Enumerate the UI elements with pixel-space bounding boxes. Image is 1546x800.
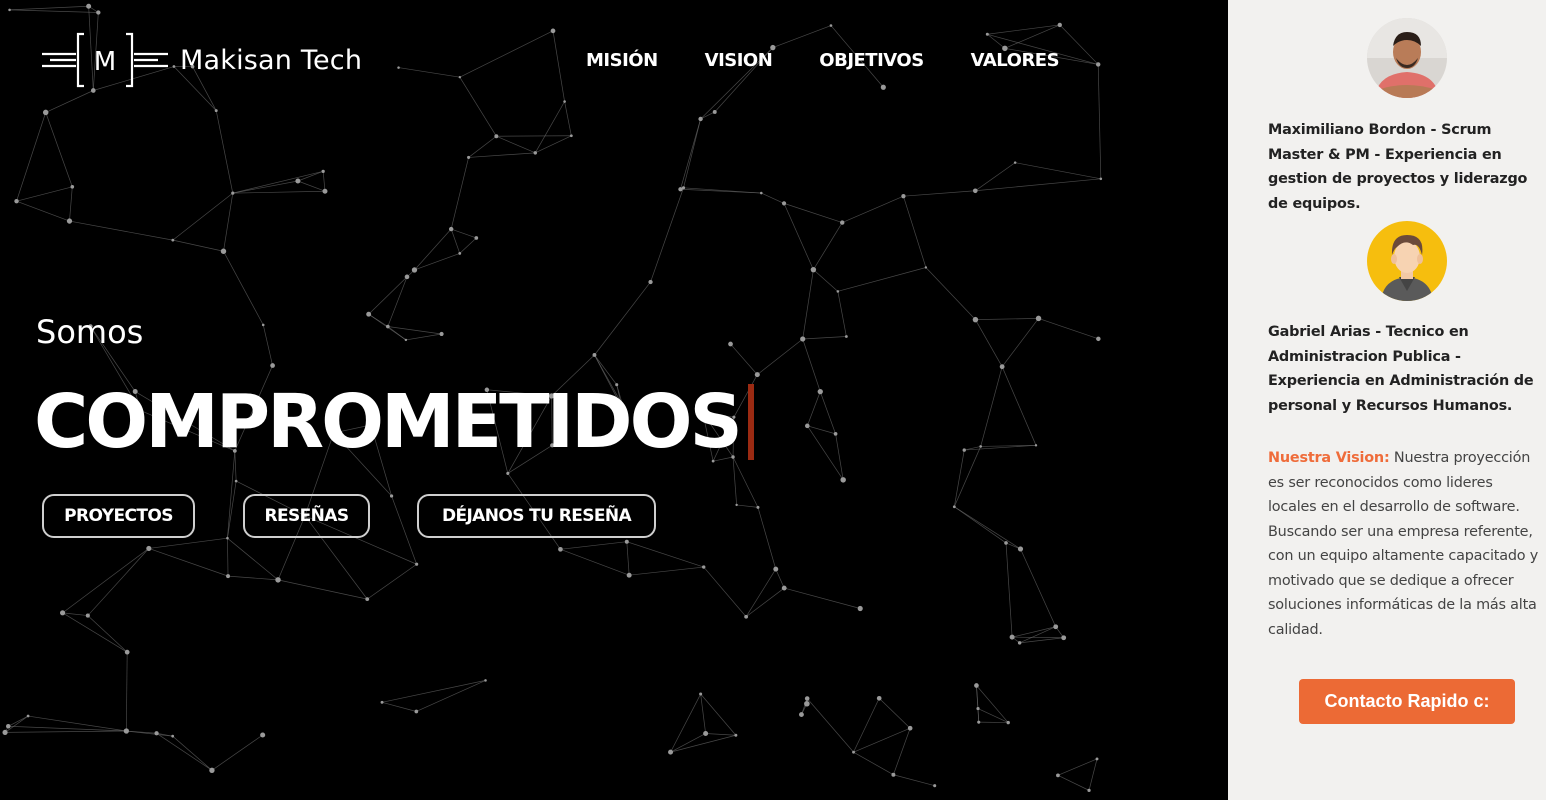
brand-name: Makisan Tech (180, 44, 363, 76)
nav-link-valores[interactable]: VALORES (971, 50, 1060, 71)
vision-body: Nuestra proyección es ser reconocidos co… (1268, 450, 1539, 638)
dejanos-resena-button[interactable]: DÉJANOS TU RESEÑA (417, 494, 656, 538)
vision-text: Nuestra Vision: Nuestra proyección es se… (1268, 446, 1544, 642)
nav-link-mision[interactable]: MISIÓN (586, 50, 658, 71)
hero-intro: Somos (36, 313, 144, 351)
main-nav: MISIÓN VISION OBJETIVOS VALORES (586, 50, 1106, 71)
hero-headline-text: COMPROMETIDOS (34, 379, 743, 465)
nav-link-vision[interactable]: VISION (705, 50, 773, 71)
vision-label: Nuestra Vision: (1268, 450, 1390, 466)
team-sidebar: Maximiliano Bordon - Scrum Master & PM -… (1228, 0, 1546, 800)
quick-contact-button[interactable]: Contacto Rapido c: (1299, 679, 1515, 724)
logo-mark-icon: M (42, 32, 168, 88)
nav-link-objetivos[interactable]: OBJETIVOS (819, 50, 924, 71)
member-bio: Gabriel Arias - Tecnico en Administracio… (1268, 324, 1534, 414)
resenas-button[interactable]: RESEÑAS (243, 494, 370, 538)
person-avatar-icon (1367, 221, 1447, 301)
person-photo-icon (1367, 18, 1447, 98)
typing-cursor (747, 384, 754, 460)
member-bio: Maximiliano Bordon - Scrum Master & PM -… (1268, 122, 1528, 212)
hero-section: M Makisan Tech MISIÓN VISION OBJETIVOS V… (0, 0, 1228, 800)
hero-headline: COMPROMETIDOS (34, 376, 754, 468)
proyectos-button[interactable]: PROYECTOS (42, 494, 195, 538)
logo-letter: M (94, 47, 116, 77)
brand-logo[interactable]: M Makisan Tech (40, 30, 362, 90)
